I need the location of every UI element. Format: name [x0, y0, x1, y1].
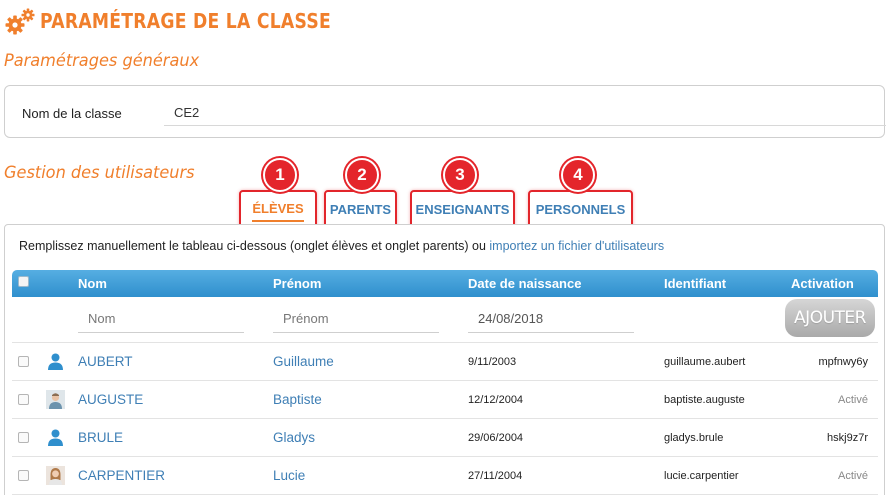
row-nom[interactable]: AUGUSTE: [78, 392, 143, 407]
instructions-body: Remplissez manuellement le tableau ci-de…: [19, 239, 490, 253]
row-nom[interactable]: AUBERT: [78, 354, 133, 369]
row-activation: mpfnwy6y: [818, 356, 868, 368]
tab-badge-1: 1: [263, 158, 297, 192]
table-row: BRULE Gladys 29/06/2004 gladys.brule hsk…: [12, 419, 878, 457]
birth-date-input[interactable]: [468, 305, 634, 333]
row-checkbox[interactable]: [18, 394, 29, 405]
page-header: PARAMÉTRAGE DE LA CLASSE: [4, 6, 378, 36]
tab-badge-3: 3: [443, 158, 477, 192]
row-prenom[interactable]: Lucie: [273, 468, 305, 483]
tab-badge-2: 2: [345, 158, 379, 192]
table-row: AUGUSTE Baptiste 12/12/2004 baptiste.aug…: [12, 381, 878, 419]
row-nom[interactable]: BRULE: [78, 430, 123, 445]
row-date: 9/11/2003: [468, 356, 517, 368]
tab-badge-4: 4: [561, 158, 595, 192]
tab-eleves-label: ÉLÈVES: [252, 198, 304, 222]
user-management-title: Gestion des utilisateurs: [4, 163, 195, 183]
row-checkbox[interactable]: [18, 432, 29, 443]
column-header-date[interactable]: Date de naissance: [468, 276, 581, 291]
row-prenom[interactable]: Baptiste: [273, 392, 322, 407]
row-checkbox[interactable]: [18, 470, 29, 481]
class-name-label: Nom de la classe: [22, 106, 122, 121]
person-icon: [46, 352, 65, 371]
nom-input[interactable]: [78, 305, 244, 333]
new-user-row: AJOUTER: [12, 297, 878, 343]
tab-enseignants-label: ENSEIGNANTS: [415, 202, 510, 217]
photo-avatar: [46, 390, 65, 409]
class-settings-panel: Nom de la classe: [4, 85, 886, 138]
row-date: 27/11/2004: [468, 470, 523, 482]
class-name-input[interactable]: [164, 100, 886, 126]
row-prenom[interactable]: Guillaume: [273, 354, 334, 369]
column-header-identifiant[interactable]: Identifiant: [664, 276, 726, 291]
row-activation: hskj9z7r: [827, 432, 868, 444]
gears-icon: [4, 7, 40, 35]
row-identifiant: baptiste.auguste: [664, 394, 745, 406]
photo-avatar: [46, 466, 65, 485]
row-date: 29/06/2004: [468, 432, 524, 444]
person-icon: [46, 428, 65, 447]
row-identifiant: lucie.carpentier: [664, 470, 739, 482]
column-header-nom[interactable]: Nom: [78, 276, 107, 291]
instructions-text: Remplissez manuellement le tableau ci-de…: [19, 239, 664, 253]
row-identifiant: gladys.brule: [664, 432, 724, 444]
row-nom[interactable]: CARPENTIER: [78, 468, 165, 483]
row-activation: Activé: [838, 470, 868, 482]
column-header-activation[interactable]: Activation: [791, 276, 854, 291]
column-header-prenom[interactable]: Prénom: [273, 276, 321, 291]
table-header: Nom Prénom Date de naissance Identifiant…: [12, 270, 878, 297]
row-identifiant: guillaume.aubert: [664, 356, 746, 368]
tab-personnels-label: PERSONNELS: [535, 202, 626, 217]
prenom-input[interactable]: [273, 305, 439, 333]
table-row: CARPENTIER Lucie 27/11/2004 lucie.carpen…: [12, 457, 878, 495]
table-row: AUBERT Guillaume 9/11/2003 guillaume.aub…: [12, 343, 878, 381]
add-user-button[interactable]: AJOUTER: [785, 299, 875, 337]
row-activation: Activé: [838, 394, 868, 406]
tab-parents-label: PARENTS: [329, 202, 392, 217]
users-panel: Remplissez manuellement le tableau ci-de…: [4, 224, 885, 495]
page-title: PARAMÉTRAGE DE LA CLASSE: [40, 9, 332, 33]
select-all-checkbox[interactable]: [18, 276, 29, 287]
import-users-link[interactable]: importez un fichier d'utilisateurs: [489, 239, 664, 253]
row-prenom[interactable]: Gladys: [273, 430, 315, 445]
general-settings-title: Paramétrages généraux: [4, 51, 200, 71]
row-date: 12/12/2004: [468, 394, 524, 406]
row-checkbox[interactable]: [18, 356, 29, 367]
